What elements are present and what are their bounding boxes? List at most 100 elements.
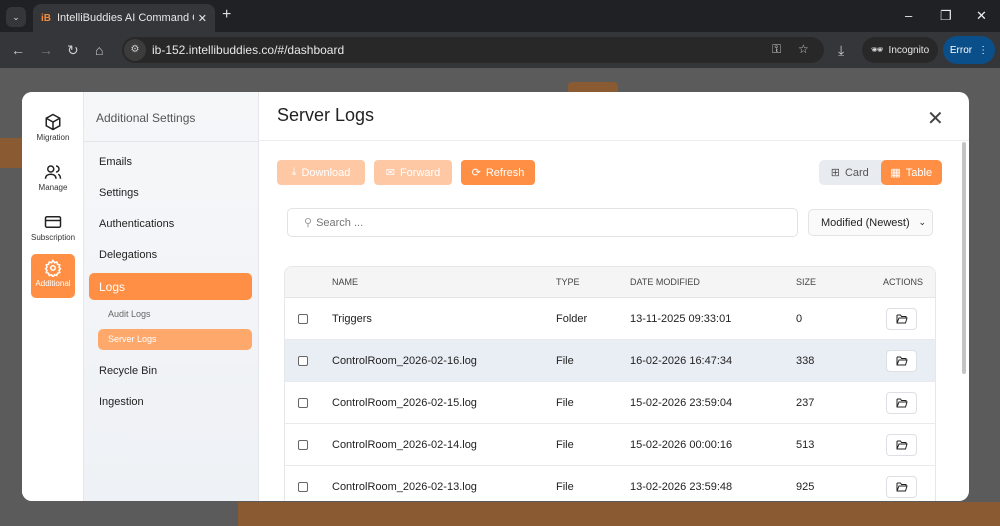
divider bbox=[259, 140, 969, 141]
window-close-button[interactable]: ✕ bbox=[976, 8, 987, 24]
grid-icon: ⊞ bbox=[830, 167, 840, 179]
table-row[interactable]: ControlRoom_2026-02-16.log File 16-02-20… bbox=[285, 340, 935, 382]
open-folder-button[interactable] bbox=[886, 391, 917, 414]
url-text: ib-152.intellibuddies.co/#/dashboard bbox=[152, 43, 345, 57]
rail-item-additional[interactable]: Additional bbox=[31, 254, 75, 298]
sidebar-title: Additional Settings bbox=[84, 92, 258, 142]
table-icon: ▦ bbox=[890, 167, 901, 179]
incognito-label: Incognito bbox=[888, 44, 930, 56]
page-title: Server Logs bbox=[277, 105, 375, 125]
rail-item-migration[interactable]: Migration bbox=[31, 108, 75, 152]
rail-item-subscription[interactable]: Subscription bbox=[31, 208, 75, 252]
close-modal-button[interactable]: ✕ bbox=[927, 106, 944, 131]
forward-icon[interactable]: → bbox=[39, 42, 53, 58]
reload-icon[interactable]: ↻ bbox=[67, 42, 79, 59]
card-view-button[interactable]: ⊞ Card bbox=[819, 160, 881, 185]
sidebar-item-logs[interactable]: Logs bbox=[89, 273, 252, 300]
sidebar-subitem-server-logs[interactable]: Server Logs bbox=[98, 329, 252, 350]
restore-button[interactable]: ❐ bbox=[940, 8, 952, 24]
file-type: File bbox=[556, 354, 574, 367]
rail-label: Migration bbox=[36, 133, 70, 142]
file-date: 13-11-2025 09:33:01 bbox=[630, 312, 732, 325]
sidebar-item-settings[interactable]: Settings bbox=[89, 180, 252, 207]
browser-toolbar: ← → ↻ ⌂ ⚙ ib-152.intellibuddies.co/#/dash… bbox=[0, 32, 1000, 68]
download-label: Download bbox=[301, 166, 351, 179]
folder-open-icon bbox=[896, 356, 908, 366]
sort-value: Modified (Newest) bbox=[821, 216, 910, 229]
chevron-down-icon: ⌄ bbox=[918, 217, 926, 227]
scrollbar[interactable] bbox=[962, 142, 966, 374]
key-icon[interactable]: ⚿ bbox=[772, 42, 781, 57]
file-size: 513 bbox=[796, 438, 815, 451]
row-checkbox[interactable] bbox=[298, 481, 308, 492]
file-size: 338 bbox=[796, 354, 815, 367]
background-shape bbox=[0, 138, 22, 168]
close-tab-icon[interactable]: ✕ bbox=[198, 12, 207, 25]
sidebar-item-emails[interactable]: Emails bbox=[89, 149, 252, 176]
file-type: File bbox=[556, 438, 574, 451]
download-icon: ⤓ bbox=[291, 166, 297, 178]
minimize-button[interactable]: – bbox=[905, 8, 912, 23]
file-date: 15-02-2026 00:00:16 bbox=[630, 438, 733, 451]
back-icon[interactable]: ← bbox=[11, 42, 25, 58]
browser-tab[interactable]: iB IntelliBuddies AI Command Cen ✕ bbox=[33, 4, 215, 32]
column-date-modified: DATE MODIFIED bbox=[630, 277, 700, 287]
row-checkbox[interactable] bbox=[298, 397, 308, 408]
site-info-icon[interactable]: ⚙ bbox=[124, 39, 146, 61]
file-size: 0 bbox=[796, 312, 803, 325]
tab-search-button[interactable]: ⌄ bbox=[6, 7, 26, 27]
table-view-button[interactable]: ▦ Table bbox=[880, 160, 942, 185]
background-shape bbox=[238, 502, 1000, 526]
home-icon[interactable]: ⌂ bbox=[95, 42, 103, 58]
incognito-badge[interactable]: 🕶 Incognito bbox=[862, 37, 938, 63]
file-type: File bbox=[556, 480, 574, 493]
rail-label: Manage bbox=[38, 183, 68, 192]
file-date: 16-02-2026 16:47:34 bbox=[630, 354, 733, 367]
download-icon[interactable]: ⤓ bbox=[838, 42, 844, 59]
box-icon bbox=[45, 113, 61, 131]
error-button[interactable]: Error ⋮ bbox=[943, 36, 995, 64]
file-name: ControlRoom_2026-02-15.log bbox=[332, 396, 477, 409]
row-checkbox[interactable] bbox=[298, 313, 308, 324]
sidebar-item-delegations[interactable]: Delegations bbox=[89, 242, 252, 269]
search-icon: ⚲ bbox=[304, 217, 313, 229]
folder-open-icon bbox=[896, 440, 908, 450]
sidebar-subitem-audit-logs[interactable]: Audit Logs bbox=[98, 304, 252, 325]
file-name: ControlRoom_2026-02-16.log bbox=[332, 354, 477, 367]
open-folder-button[interactable] bbox=[886, 349, 917, 372]
card-label: Card bbox=[844, 166, 869, 179]
table-row[interactable]: ControlRoom_2026-02-15.log File 15-02-20… bbox=[285, 382, 935, 424]
sort-select[interactable]: Modified (Newest) ⌄ bbox=[808, 209, 933, 236]
file-type: Folder bbox=[556, 312, 588, 325]
table-row[interactable]: Triggers Folder 13-11-2025 09:33:01 0 bbox=[285, 298, 935, 340]
open-folder-button[interactable] bbox=[886, 475, 917, 498]
new-tab-button[interactable]: + bbox=[222, 6, 231, 24]
search-input[interactable] bbox=[316, 216, 797, 229]
table-row[interactable]: ControlRoom_2026-02-14.log File 15-02-20… bbox=[285, 424, 935, 466]
sidebar-item-authentications[interactable]: Authentications bbox=[89, 211, 252, 238]
rail-item-manage[interactable]: Manage bbox=[31, 158, 75, 202]
row-checkbox[interactable] bbox=[298, 355, 308, 366]
refresh-button[interactable]: ⟳ Refresh bbox=[461, 160, 535, 185]
mail-icon: ✉ bbox=[385, 167, 395, 179]
folder-open-icon bbox=[896, 314, 908, 324]
address-bar[interactable]: ⚙ ib-152.intellibuddies.co/#/dashboard ⚿ ☆ bbox=[122, 37, 824, 63]
bookmark-star-icon[interactable]: ☆ bbox=[798, 42, 809, 56]
refresh-icon: ⟳ bbox=[471, 167, 481, 179]
forward-button[interactable]: ✉ Forward bbox=[374, 160, 452, 185]
browser-tab-bar: ⌄ iB IntelliBuddies AI Command Cen ✕ + – ❐… bbox=[0, 0, 1000, 32]
table-row[interactable]: ControlRoom_2026-02-13.log File 13-02-20… bbox=[285, 466, 935, 501]
column-size: SIZE bbox=[796, 277, 817, 287]
open-folder-button[interactable] bbox=[886, 433, 917, 456]
row-checkbox[interactable] bbox=[298, 439, 308, 450]
sidebar-item-ingestion[interactable]: Ingestion bbox=[89, 389, 252, 416]
table-label: Table bbox=[905, 166, 933, 179]
file-date: 15-02-2026 23:59:04 bbox=[630, 396, 733, 409]
error-label: Error bbox=[949, 44, 973, 56]
main-panel: Server Logs ✕ ⤓ Download ✉ Forward ⟳ Refres… bbox=[259, 92, 969, 501]
file-size: 925 bbox=[796, 480, 815, 493]
download-button[interactable]: ⤓ Download bbox=[277, 160, 365, 185]
sidebar-item-recycle-bin[interactable]: Recycle Bin bbox=[89, 358, 252, 385]
open-folder-button[interactable] bbox=[886, 307, 917, 330]
server-logs-table: NAME TYPE DATE MODIFIED SIZE ACTIONS Tri… bbox=[284, 266, 936, 501]
